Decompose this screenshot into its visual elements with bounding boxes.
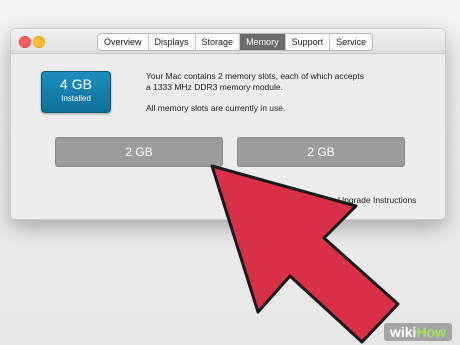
watermark-how: How [416, 324, 446, 340]
wikihow-watermark: wikiHow [383, 323, 452, 341]
watermark-wiki: wiki [389, 324, 417, 340]
pointer-arrow-icon [210, 164, 400, 344]
